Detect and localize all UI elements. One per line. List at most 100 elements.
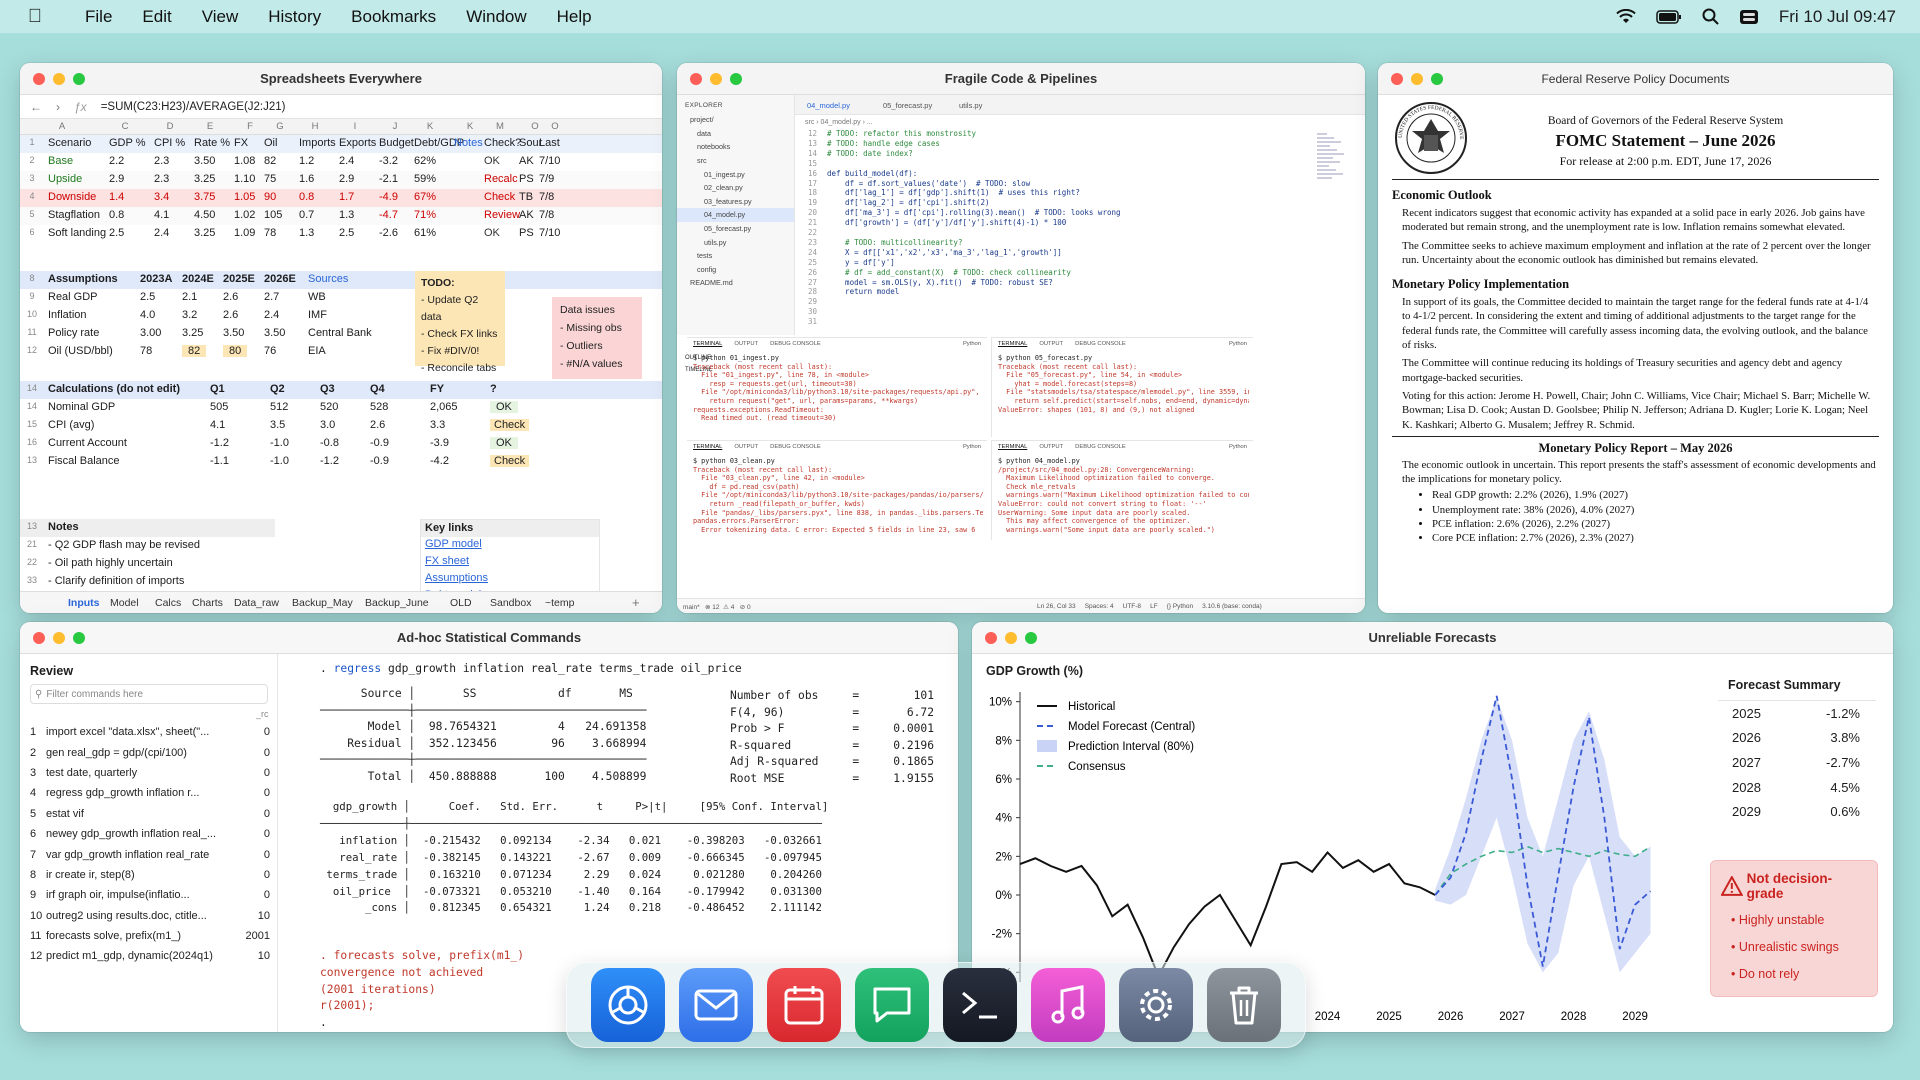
column-header[interactable]: O	[543, 121, 567, 132]
close-button[interactable]	[33, 632, 45, 644]
terminal-tab[interactable]: OUTPUT	[1039, 444, 1063, 452]
cell[interactable]: ?	[490, 383, 497, 395]
cell[interactable]: CPI %	[154, 137, 185, 149]
wifi-icon[interactable]	[1616, 8, 1636, 25]
cell[interactable]: 3.25	[194, 227, 215, 239]
cell[interactable]: Nominal GDP	[48, 401, 115, 413]
cell[interactable]: 7/8	[539, 209, 554, 221]
menu-view[interactable]: View	[187, 7, 254, 27]
cell[interactable]: 3.25	[194, 173, 215, 185]
sheet-tab-sandbox[interactable]: Sandbox	[490, 597, 531, 609]
cell[interactable]: 61%	[414, 227, 436, 239]
close-button[interactable]	[33, 73, 45, 85]
cell[interactable]: 75	[264, 173, 276, 185]
history-item[interactable]: 4 regress gdp_growth inflation r... 0	[30, 783, 270, 803]
cell[interactable]: Upside	[48, 173, 82, 185]
cell[interactable]: EIA	[308, 345, 326, 357]
table-row[interactable]: 8 Assumptions 2023A 2024E 2025E 2026E Sources	[20, 271, 662, 289]
table-row[interactable]: 14 Nominal GDP 505 512 520 528 2,065 OK	[20, 399, 662, 417]
cell[interactable]: 78	[264, 227, 276, 239]
minimap[interactable]	[1317, 131, 1347, 191]
cell[interactable]: Downside	[48, 191, 96, 203]
cell[interactable]: GDP %	[109, 137, 145, 149]
cell[interactable]: 1.7	[339, 191, 354, 203]
cell[interactable]: 71%	[414, 209, 436, 221]
note-row[interactable]: 22- Oil path highly uncertain	[20, 555, 275, 573]
menu-clock[interactable]: Fri 10 Jul 09:47	[1779, 7, 1896, 27]
column-header[interactable]: C	[113, 121, 137, 132]
cell[interactable]: Sources	[308, 273, 348, 285]
cell[interactable]: -2.6	[379, 227, 398, 239]
zoom-button[interactable]	[1025, 632, 1037, 644]
cell[interactable]: 2.6	[223, 291, 238, 303]
back-arrow-icon[interactable]: ←	[30, 100, 42, 114]
note-row[interactable]: 21- Q2 GDP flash may be revised	[20, 537, 275, 555]
cell[interactable]: -4.9	[379, 191, 398, 203]
table-row[interactable]: 3 Upside 2.9 2.3 3.25 1.10 75 1.6 2.9 -2.1 59% Reca…	[20, 171, 662, 189]
sheet-tab-calcs[interactable]: Calcs	[155, 597, 181, 609]
table-row[interactable]: 13 Fiscal Balance -1.1 -1.0 -1.2 -0.9 -4.2 Chec…	[20, 453, 662, 471]
cell[interactable]: 80	[223, 345, 248, 357]
cell[interactable]: 1.02	[234, 209, 255, 221]
history-item[interactable]: 7 var gdp_growth inflation real_rate 0	[30, 844, 270, 864]
cell[interactable]: 2.3	[154, 173, 169, 185]
cell[interactable]: 0.8	[109, 209, 124, 221]
table-row[interactable]: 1 Scenario GDP % CPI % Rate % FX Oil Imports Exp…	[20, 135, 662, 153]
terminal-tab[interactable]: TERMINAL	[998, 444, 1027, 452]
terminal-tab[interactable]: OUTPUT	[734, 444, 758, 452]
terminal-tab[interactable]: TERMINAL	[998, 341, 1027, 349]
cell[interactable]: AK	[519, 209, 534, 221]
history-item[interactable]: 11 forecasts solve, prefix(m1_) 2001	[30, 926, 270, 946]
cell[interactable]: 2,065	[430, 401, 458, 413]
cell[interactable]: Oil	[264, 137, 277, 149]
sheet-tab-model[interactable]: Model	[110, 597, 139, 609]
terminal-tab[interactable]: DEBUG CONSOLE	[770, 444, 821, 452]
close-button[interactable]	[1391, 73, 1403, 85]
zoom-button[interactable]	[730, 73, 742, 85]
cell[interactable]: 4.50	[194, 209, 215, 221]
history-item[interactable]: 5 estat vif 0	[30, 804, 270, 824]
menu-edit[interactable]: Edit	[127, 7, 186, 27]
cell[interactable]: 62%	[414, 155, 436, 167]
cell[interactable]: 2.9	[339, 173, 354, 185]
music-icon[interactable]	[1031, 968, 1105, 1042]
cell[interactable]: Check	[490, 419, 530, 431]
apple-menu-icon[interactable]: 	[0, 6, 70, 28]
column-header[interactable]: K	[458, 121, 482, 132]
column-header[interactable]: I	[343, 121, 367, 132]
cell[interactable]: Soft landing	[48, 227, 106, 239]
cell[interactable]: 3.50	[223, 327, 244, 339]
cell[interactable]: -4.7	[379, 209, 398, 221]
history-item[interactable]: 3 test date, quarterly 0	[30, 763, 270, 783]
file-tree-item[interactable]: config	[677, 263, 794, 277]
cell[interactable]: 2.2	[109, 155, 124, 167]
cell[interactable]: 4.1	[210, 419, 225, 431]
hyperlink[interactable]: GDP model	[421, 537, 599, 554]
settings-icon[interactable]	[1119, 968, 1193, 1042]
cell[interactable]: 7/10	[539, 227, 560, 239]
cell[interactable]: 82	[264, 155, 276, 167]
cell[interactable]: FX	[234, 137, 248, 149]
cell[interactable]: 59%	[414, 173, 436, 185]
close-button[interactable]	[985, 632, 997, 644]
cell[interactable]: Base	[48, 155, 73, 167]
minimize-button[interactable]	[53, 632, 65, 644]
cell[interactable]: 105	[264, 209, 282, 221]
cell[interactable]: 520	[320, 401, 338, 413]
table-row[interactable]: 15 CPI (avg) 4.1 3.5 3.0 2.6 3.3 Check	[20, 417, 662, 435]
file-tree-item[interactable]: utils.py	[677, 235, 794, 249]
table-row[interactable]: 16 Current Account -1.2 -1.0 -0.8 -0.9 -3.9 OK	[20, 435, 662, 453]
cell[interactable]: Q1	[210, 383, 225, 395]
close-button[interactable]	[690, 73, 702, 85]
cell[interactable]: CPI (avg)	[48, 419, 94, 431]
cell[interactable]: 0.8	[299, 191, 314, 203]
cell[interactable]: 2.4	[154, 227, 169, 239]
file-tree-item[interactable]: tests	[677, 249, 794, 263]
column-header[interactable]: D	[158, 121, 182, 132]
history-item[interactable]: 1 import excel "data.xlsx", sheet("... 0	[30, 722, 270, 742]
history-item[interactable]: 8 ir create ir, step(8) 0	[30, 865, 270, 885]
cell[interactable]: FY	[430, 383, 444, 395]
cell[interactable]: Central Bank	[308, 327, 372, 339]
file-tree-item[interactable]: README.md	[677, 276, 794, 290]
menu-window[interactable]: Window	[451, 7, 541, 27]
